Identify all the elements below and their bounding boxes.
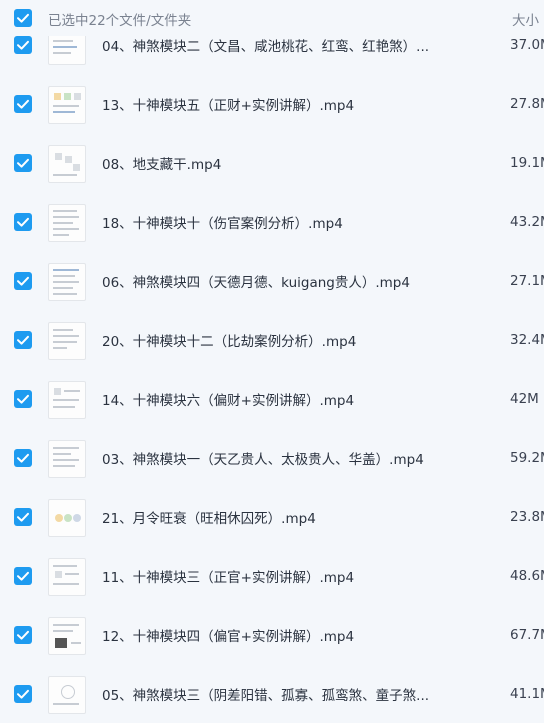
video-thumbnail	[48, 204, 86, 242]
checkbox-checked-icon[interactable]	[14, 567, 32, 585]
file-row[interactable]: 08、地支藏干.mp4 19.1M	[0, 134, 544, 192]
file-size: 41.1M	[510, 686, 544, 702]
video-thumbnail	[48, 499, 86, 537]
video-thumbnail	[48, 617, 86, 655]
video-thumbnail	[48, 558, 86, 596]
checkbox-checked-icon[interactable]	[14, 508, 32, 526]
video-thumbnail	[48, 86, 86, 124]
file-size: 32.4M	[510, 332, 544, 348]
file-row[interactable]: 20、十神模块十二（比劫案例分析）.mp4 32.4M	[0, 311, 544, 369]
file-row[interactable]: 03、神煞模块一（天乙贵人、太极贵人、华盖）.mp4 59.2M	[0, 429, 544, 487]
file-name[interactable]: 11、十神模块三（正官+实例讲解）.mp4	[102, 566, 354, 586]
file-size: 67.7M	[510, 627, 544, 643]
file-row[interactable]: 21、月令旺衰（旺相休囚死）.mp4 23.8M	[0, 488, 544, 546]
checkbox-checked-icon[interactable]	[14, 95, 32, 113]
file-name[interactable]: 03、神煞模块一（天乙贵人、太极贵人、华盖）.mp4	[102, 448, 424, 468]
video-thumbnail	[48, 145, 86, 183]
file-size: 59.2M	[510, 450, 544, 466]
file-name[interactable]: 05、神煞模块三（阴差阳错、孤寡、孤鸾煞、童子煞...	[102, 684, 429, 704]
file-name[interactable]: 18、十神模块十（伤官案例分析）.mp4	[102, 212, 343, 232]
select-all-checkbox-icon[interactable]	[14, 9, 32, 27]
video-thumbnail	[48, 381, 86, 419]
checkbox-checked-icon[interactable]	[14, 213, 32, 231]
file-name[interactable]: 20、十神模块十二（比劫案例分析）.mp4	[102, 330, 356, 350]
file-row[interactable]: 11、十神模块三（正官+实例讲解）.mp4 48.6M	[0, 547, 544, 605]
file-size: 27.1M	[510, 273, 544, 289]
file-name[interactable]: 04、神煞模块二（文昌、咸池桃花、红鸾、红艳煞）...	[102, 35, 429, 55]
video-thumbnail	[48, 440, 86, 478]
video-thumbnail	[48, 322, 86, 360]
file-size: 42M	[510, 391, 539, 407]
file-size: 37.0M	[510, 37, 544, 53]
file-name[interactable]: 21、月令旺衰（旺相休囚死）.mp4	[102, 507, 316, 527]
checkbox-checked-icon[interactable]	[14, 390, 32, 408]
file-size: 19.1M	[510, 155, 544, 171]
checkbox-checked-icon[interactable]	[14, 154, 32, 172]
file-row[interactable]: 14、十神模块六（偏财+实例讲解）.mp4 42M	[0, 370, 544, 428]
checkbox-checked-icon[interactable]	[14, 331, 32, 349]
file-name[interactable]: 08、地支藏干.mp4	[102, 153, 221, 173]
file-size: 23.8M	[510, 509, 544, 525]
file-row[interactable]: 13、十神模块五（正财+实例讲解）.mp4 27.8M	[0, 75, 544, 133]
file-name[interactable]: 14、十神模块六（偏财+实例讲解）.mp4	[102, 389, 354, 409]
checkbox-checked-icon[interactable]	[14, 449, 32, 467]
checkbox-checked-icon[interactable]	[14, 685, 32, 703]
file-row[interactable]: 06、神煞模块四（天德月德、kuigang贵人）.mp4 27.1M	[0, 252, 544, 310]
file-name[interactable]: 06、神煞模块四（天德月德、kuigang贵人）.mp4	[102, 271, 410, 291]
checkbox-checked-icon[interactable]	[14, 36, 32, 54]
file-size: 27.8M	[510, 96, 544, 112]
file-row[interactable]: 05、神煞模块三（阴差阳错、孤寡、孤鸾煞、童子煞... 41.1M	[0, 665, 544, 723]
file-row[interactable]: 18、十神模块十（伤官案例分析）.mp4 43.2M	[0, 193, 544, 251]
file-name[interactable]: 12、十神模块四（偏官+实例讲解）.mp4	[102, 625, 354, 645]
file-name[interactable]: 13、十神模块五（正财+实例讲解）.mp4	[102, 94, 354, 114]
checkbox-checked-icon[interactable]	[14, 272, 32, 290]
video-thumbnail	[48, 676, 86, 714]
file-row[interactable]: 12、十神模块四（偏官+实例讲解）.mp4 67.7M	[0, 606, 544, 664]
selection-header: 已选中22个文件/文件夹 大小	[0, 0, 544, 36]
file-size: 43.2M	[510, 214, 544, 230]
size-column-header[interactable]: 大小	[512, 9, 539, 29]
file-size: 48.6M	[510, 568, 544, 584]
video-thumbnail	[48, 263, 86, 301]
checkbox-checked-icon[interactable]	[14, 626, 32, 644]
selection-count-label: 已选中22个文件/文件夹	[48, 13, 192, 29]
